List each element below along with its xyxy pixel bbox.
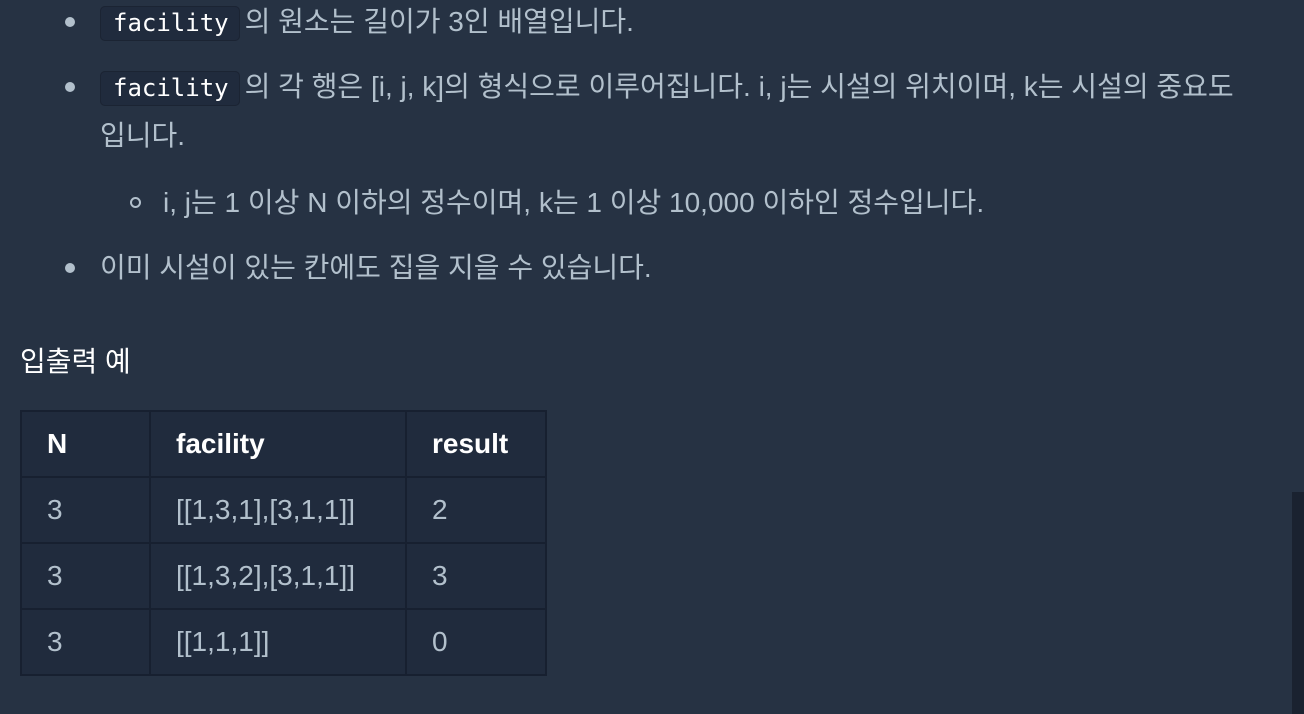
column-header-n: N (20, 410, 151, 478)
table-row: 3 [[1,3,2],[3,1,1]] 3 (20, 542, 547, 610)
list-item-text: 의 각 행은 [i, j, k]의 형식으로 이루어집니다. i, j는 시설의… (100, 71, 1234, 151)
circle-bullet-icon (130, 197, 141, 208)
examples-table: N facility result 3 [[1,3,1],[3,1,1]] 2 … (20, 410, 547, 676)
column-header-result: result (405, 410, 547, 478)
list-item-text: 의 원소는 길이가 3인 배열입니다. (244, 6, 634, 37)
cell-n: 3 (20, 542, 151, 610)
cell-n: 3 (20, 476, 151, 544)
table-header-row: N facility result (20, 410, 547, 478)
table-row: 3 [[1,1,1]] 0 (20, 608, 547, 676)
inline-code: facility (100, 6, 240, 41)
cell-facility: [[1,3,2],[3,1,1]] (149, 542, 407, 610)
inline-code: facility (100, 71, 240, 106)
sub-list-item-text: i, j는 1 이상 N 이하의 정수이며, k는 1 이상 10,000 이하… (163, 187, 985, 218)
bullet-icon (65, 263, 75, 273)
column-header-facility: facility (149, 410, 407, 478)
cell-result: 2 (405, 476, 547, 544)
cell-result: 0 (405, 608, 547, 676)
cell-result: 3 (405, 542, 547, 610)
list-item: 이미 시설이 있는 칸에도 집을 지을 수 있습니다. (65, 244, 1250, 292)
cell-n: 3 (20, 608, 151, 676)
examples-heading: 입출력 예 (20, 346, 131, 377)
bullet-icon (65, 82, 75, 92)
list-item: facility 의 원소는 길이가 3인 배열입니다. (65, 0, 1250, 47)
bullet-icon (65, 17, 75, 27)
vertical-scrollbar[interactable] (1292, 492, 1304, 714)
table-row: 3 [[1,3,1],[3,1,1]] 2 (20, 476, 547, 544)
sub-list-item: i, j는 1 이상 N 이하의 정수이며, k는 1 이상 10,000 이하… (130, 179, 1163, 227)
list-item-text: 이미 시설이 있는 칸에도 집을 지을 수 있습니다. (100, 252, 652, 283)
cell-facility: [[1,1,1]] (149, 608, 407, 676)
list-item: facility 의 각 행은 [i, j, k]의 형식으로 이루어집니다. i… (65, 63, 1250, 160)
cell-facility: [[1,3,1],[3,1,1]] (149, 476, 407, 544)
